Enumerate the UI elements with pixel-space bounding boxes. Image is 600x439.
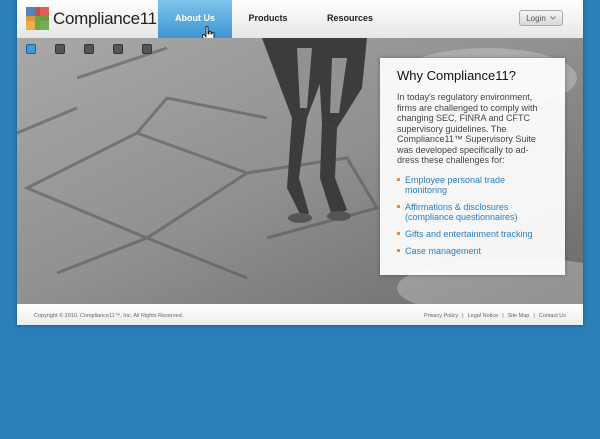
chevron-down-icon: [549, 16, 556, 20]
feature-link-personal-trade[interactable]: Employee personal trade monitoring: [397, 175, 549, 195]
slide-dot-1[interactable]: [26, 44, 36, 54]
feature-list: Employee personal trade monitoring Affir…: [397, 175, 549, 256]
header: Compliance11™ About Us Products Resource…: [17, 0, 583, 39]
hero-banner: Why Compliance11? In today's regulatory …: [17, 38, 583, 304]
footer-links: Privacy Policy | Legal Notice | Site Map…: [424, 313, 566, 319]
legal-notice-link[interactable]: Legal Notice: [468, 313, 499, 319]
footer-separator: |: [462, 313, 464, 319]
footer-separator: |: [502, 313, 504, 319]
slide-dot-2[interactable]: [55, 44, 65, 54]
logo-icon: [26, 7, 50, 31]
slide-dot-3[interactable]: [84, 44, 94, 54]
privacy-policy-link[interactable]: Privacy Policy: [424, 313, 458, 319]
site-container: Compliance11™ About Us Products Resource…: [17, 0, 583, 325]
footer-separator: |: [533, 313, 535, 319]
main-nav: About Us Products Resources: [158, 0, 396, 38]
slide-dot-4[interactable]: [113, 44, 123, 54]
feature-link-case-management[interactable]: Case management: [397, 246, 549, 256]
footer: Copyright © 2010. Compliance11™, Inc. Al…: [17, 304, 583, 325]
contact-us-link[interactable]: Contact Us: [539, 313, 566, 319]
why-compliance-panel: Why Compliance11? In today's regulatory …: [380, 58, 565, 275]
nav-about-us[interactable]: About Us: [158, 0, 232, 38]
logo-text: Compliance11™: [53, 9, 164, 28]
slide-dot-5[interactable]: [142, 44, 152, 54]
panel-body: In today's regulatory environment, firms…: [397, 92, 538, 165]
slide-indicators: [26, 44, 152, 54]
login-label: Login: [526, 13, 546, 23]
feature-link-affirmations[interactable]: Affirmations & disclosures (compliance q…: [397, 202, 549, 222]
copyright-text: Copyright © 2010. Compliance11™, Inc. Al…: [34, 313, 184, 319]
nav-resources[interactable]: Resources: [304, 0, 396, 38]
site-map-link[interactable]: Site Map: [508, 313, 530, 319]
feature-link-gifts[interactable]: Gifts and entertainment tracking: [397, 229, 549, 239]
panel-title: Why Compliance11?: [397, 68, 516, 83]
login-button[interactable]: Login: [519, 10, 563, 26]
nav-products[interactable]: Products: [232, 0, 304, 38]
logo[interactable]: Compliance11™: [26, 6, 164, 32]
